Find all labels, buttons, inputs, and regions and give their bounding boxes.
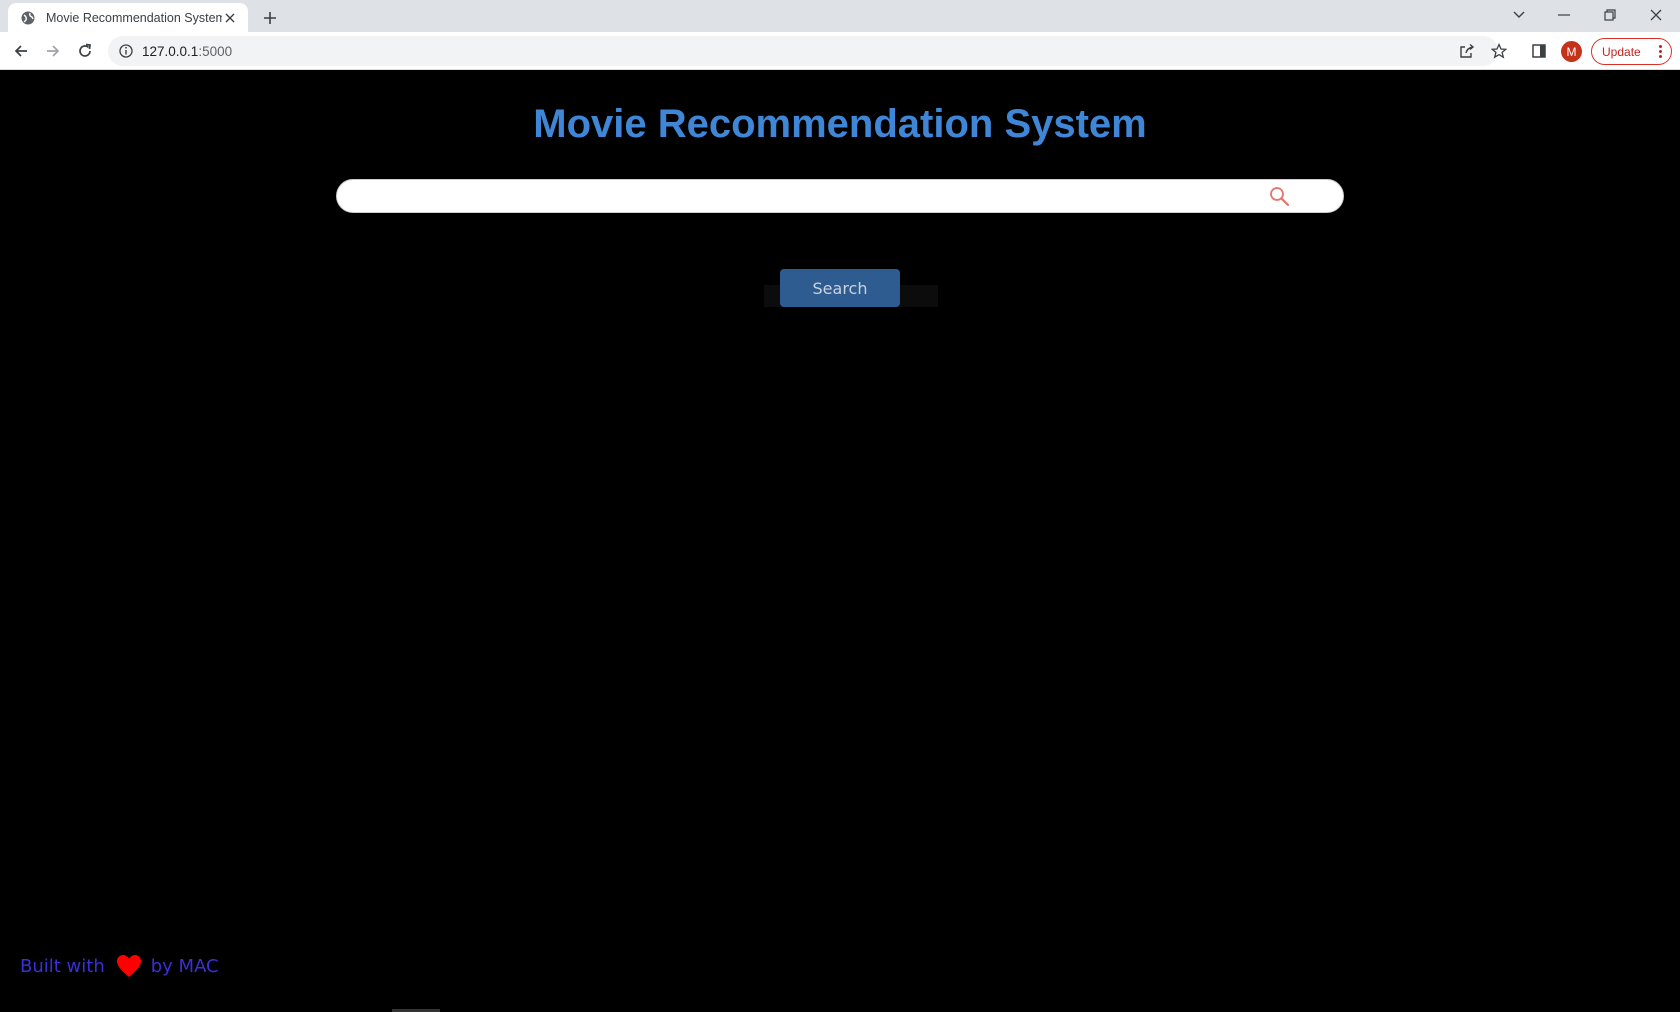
reload-icon[interactable]	[71, 37, 99, 65]
footer: Built with by MAC	[20, 954, 219, 978]
search-bar[interactable]	[336, 179, 1344, 213]
tab-close-icon[interactable]	[222, 10, 238, 26]
footer-suffix: by MAC	[150, 955, 219, 977]
back-arrow-icon[interactable]	[7, 37, 35, 65]
new-tab-icon[interactable]	[259, 7, 281, 29]
page-content: Movie Recommendation System Search Built…	[0, 71, 1680, 1012]
update-label: Update	[1602, 44, 1641, 59]
bookmark-star-icon[interactable]	[1485, 37, 1513, 65]
profile-avatar[interactable]: M	[1561, 41, 1582, 62]
search-button[interactable]: Search	[780, 269, 900, 307]
heart-icon	[116, 954, 142, 978]
site-info-icon[interactable]	[118, 43, 134, 59]
side-panel-icon[interactable]	[1525, 37, 1553, 65]
update-button[interactable]: Update	[1591, 38, 1672, 65]
tab-strip: Movie Recommendation System	[0, 0, 1680, 32]
restore-icon[interactable]	[1587, 0, 1633, 30]
url-host: 127.0.0.1	[142, 43, 199, 59]
tab-title: Movie Recommendation System	[46, 10, 222, 25]
search-input[interactable]	[337, 180, 1263, 212]
forward-arrow-icon[interactable]	[39, 37, 67, 65]
tab-search-icon[interactable]	[1496, 0, 1542, 30]
url-text: 127.0.0.1:5000	[142, 44, 232, 59]
address-bar[interactable]: 127.0.0.1:5000	[108, 36, 1498, 66]
url-port: :5000	[198, 43, 233, 59]
globe-icon	[20, 10, 36, 26]
kebab-menu-icon[interactable]	[1659, 45, 1662, 58]
browser-toolbar: 127.0.0.1:5000 M Update	[0, 32, 1680, 70]
footer-prefix: Built with	[20, 955, 105, 977]
page-title: Movie Recommendation System	[533, 102, 1147, 146]
close-window-icon[interactable]	[1633, 0, 1679, 30]
minimize-icon[interactable]	[1541, 0, 1587, 30]
magnifier-icon[interactable]	[1269, 186, 1291, 208]
share-icon[interactable]	[1453, 37, 1481, 65]
browser-tab[interactable]: Movie Recommendation System	[8, 3, 248, 32]
